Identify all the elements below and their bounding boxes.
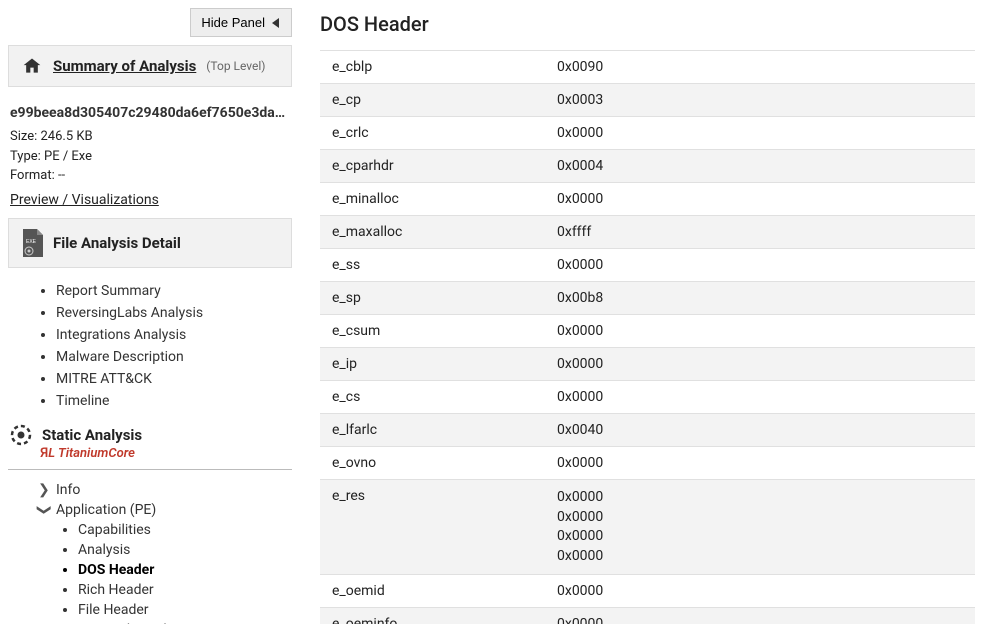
- preview-visualizations-link[interactable]: Preview / Visualizations: [10, 192, 159, 208]
- field-value: 0x0090: [545, 51, 975, 84]
- table-row: e_sp0x00b8: [320, 282, 975, 315]
- field-name: e_ss: [320, 249, 545, 282]
- summary-card: Summary of Analysis (Top Level): [8, 45, 292, 87]
- field-value: 0x0000: [545, 183, 975, 216]
- field-name: e_cparhdr: [320, 150, 545, 183]
- tree-sub-item[interactable]: File Header: [78, 600, 292, 620]
- file-size: Size: 246.5 KB: [10, 127, 290, 147]
- field-name: e_lfarlc: [320, 414, 545, 447]
- field-value: 0x0000: [545, 249, 975, 282]
- table-row: e_ovno0x0000: [320, 447, 975, 480]
- field-name: e_oeminfo: [320, 608, 545, 624]
- divider: [8, 469, 292, 470]
- field-value: 0x00b8: [545, 282, 975, 315]
- main-content: DOS Header e_cblp0x0090e_cp0x0003e_crlc0…: [300, 0, 995, 624]
- file-format: Format: --: [10, 166, 290, 186]
- table-row: e_csum0x0000: [320, 315, 975, 348]
- tree-label: Info: [56, 482, 80, 498]
- field-value: 0x0004: [545, 150, 975, 183]
- static-analysis-header: Static Analysis: [8, 418, 292, 448]
- table-row: e_cparhdr0x0004: [320, 150, 975, 183]
- tree-sub-item[interactable]: Capabilities: [78, 520, 292, 540]
- field-name: e_crlc: [320, 117, 545, 150]
- titaniumcore-brand: RL TitaniumCore: [40, 446, 292, 461]
- static-analysis-title: Static Analysis: [42, 426, 142, 444]
- dos-header-table: e_cblp0x0090e_cp0x0003e_crlc0x0000e_cpar…: [320, 50, 975, 624]
- field-name: e_csum: [320, 315, 545, 348]
- sidebar: Hide Panel Summary of Analysis (Top Leve…: [0, 0, 300, 624]
- detail-item[interactable]: ReversingLabs Analysis: [56, 302, 292, 324]
- field-name: e_cs: [320, 381, 545, 414]
- tree-sub-item[interactable]: DOS Header: [78, 560, 292, 580]
- detail-card: EXE File Analysis Detail: [8, 218, 292, 268]
- file-analysis-detail-title: File Analysis Detail: [53, 234, 181, 252]
- detail-item[interactable]: Report Summary: [56, 280, 292, 302]
- tree-item-application-pe[interactable]: ❯ Application (PE): [38, 500, 292, 520]
- field-value: 0x0000: [545, 381, 975, 414]
- home-icon: [21, 56, 43, 76]
- table-row: e_cp0x0003: [320, 84, 975, 117]
- table-row: e_ip0x0000: [320, 348, 975, 381]
- static-tree: ❯ Info ❯ Application (PE) CapabilitiesAn…: [38, 480, 292, 624]
- triangle-left-icon: [271, 18, 281, 28]
- field-name: e_maxalloc: [320, 216, 545, 249]
- field-value: 0x0040: [545, 414, 975, 447]
- field-value: 0x0000: [545, 575, 975, 608]
- summary-suffix: (Top Level): [206, 59, 265, 73]
- field-value: 0xffff: [545, 216, 975, 249]
- svg-text:EXE: EXE: [26, 239, 37, 245]
- field-name: e_minalloc: [320, 183, 545, 216]
- table-row: e_res0x0000 0x0000 0x0000 0x0000: [320, 480, 975, 575]
- field-value: 0x0000: [545, 608, 975, 624]
- table-row: e_minalloc0x0000: [320, 183, 975, 216]
- field-value: 0x0000: [545, 315, 975, 348]
- hide-panel-label: Hide Panel: [201, 15, 265, 30]
- field-name: e_cp: [320, 84, 545, 117]
- table-row: e_ss0x0000: [320, 249, 975, 282]
- field-name: e_sp: [320, 282, 545, 315]
- chevron-right-icon: ❯: [38, 482, 50, 498]
- tree-label: Application (PE): [56, 502, 156, 518]
- chevron-down-icon: ❯: [36, 504, 52, 516]
- field-name: e_res: [320, 480, 545, 575]
- detail-item[interactable]: Integrations Analysis: [56, 324, 292, 346]
- hide-panel-button[interactable]: Hide Panel: [190, 8, 292, 37]
- table-row: e_oeminfo0x0000: [320, 608, 975, 624]
- table-row: e_lfarlc0x0040: [320, 414, 975, 447]
- field-value: 0x0000: [545, 348, 975, 381]
- target-icon: [10, 424, 32, 446]
- summary-link[interactable]: Summary of Analysis: [53, 57, 196, 75]
- table-row: e_crlc0x0000: [320, 117, 975, 150]
- tree-item-info[interactable]: ❯ Info: [38, 480, 292, 500]
- tree-sub-item[interactable]: Rich Header: [78, 580, 292, 600]
- detail-item[interactable]: Malware Description: [56, 346, 292, 368]
- field-value: 0x0000: [545, 447, 975, 480]
- exe-file-icon: EXE: [21, 229, 43, 257]
- table-row: e_maxalloc0xffff: [320, 216, 975, 249]
- field-value: 0x0003: [545, 84, 975, 117]
- tree-sub-item[interactable]: Optional Header: [78, 620, 292, 624]
- tree-sublist: CapabilitiesAnalysisDOS HeaderRich Heade…: [38, 520, 292, 624]
- file-type: Type: PE / Exe: [10, 147, 290, 167]
- table-row: e_oemid0x0000: [320, 575, 975, 608]
- page-title: DOS Header: [320, 12, 975, 36]
- detail-items-list: Report SummaryReversingLabs AnalysisInte…: [8, 280, 292, 412]
- detail-item[interactable]: Timeline: [56, 390, 292, 412]
- file-hash: e99beea8d305407c29480da6ef7650e3da6…: [10, 105, 290, 121]
- field-value: 0x0000 0x0000 0x0000 0x0000: [545, 480, 975, 575]
- field-name: e_ip: [320, 348, 545, 381]
- field-name: e_ovno: [320, 447, 545, 480]
- field-name: e_cblp: [320, 51, 545, 84]
- tree-sub-item[interactable]: Analysis: [78, 540, 292, 560]
- table-row: e_cblp0x0090: [320, 51, 975, 84]
- field-name: e_oemid: [320, 575, 545, 608]
- file-info-block: e99beea8d305407c29480da6ef7650e3da6… Siz…: [8, 99, 292, 218]
- field-value: 0x0000: [545, 117, 975, 150]
- table-row: e_cs0x0000: [320, 381, 975, 414]
- detail-item[interactable]: MITRE ATT&CK: [56, 368, 292, 390]
